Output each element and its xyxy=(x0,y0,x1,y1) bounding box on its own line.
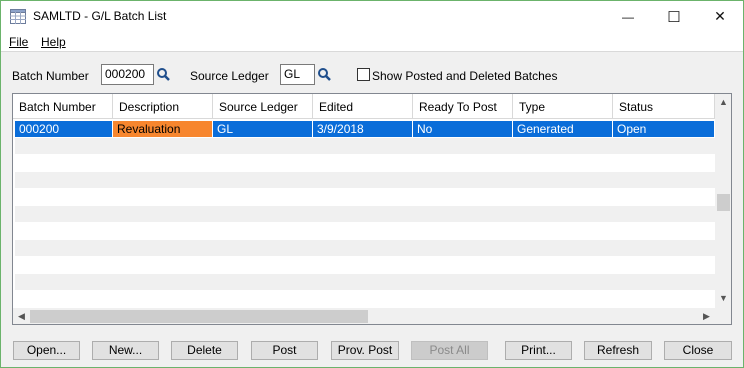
cell-description[interactable]: Revaluation xyxy=(113,121,213,137)
column-header-status[interactable]: Status xyxy=(613,94,715,119)
horizontal-scrollbar[interactable]: ◀ ▶ xyxy=(13,308,715,324)
cell-type: Generated xyxy=(513,121,613,137)
scroll-left-arrow-icon[interactable]: ◀ xyxy=(13,308,30,324)
show-posted-checkbox[interactable] xyxy=(357,68,370,81)
table-grid-icon xyxy=(10,9,26,24)
scroll-down-arrow-icon[interactable]: ▼ xyxy=(715,290,731,307)
menu-file[interactable]: File xyxy=(9,35,28,49)
empty-row[interactable] xyxy=(15,257,715,273)
cell-status: Open xyxy=(613,121,715,137)
scrollbar-corner xyxy=(715,308,731,324)
column-header-type[interactable]: Type xyxy=(513,94,613,119)
source-ledger-label: Source Ledger xyxy=(190,69,269,83)
window-title: SAMLTD - G/L Batch List xyxy=(33,9,167,23)
cell-ready-to-post: No xyxy=(413,121,513,137)
column-header-description[interactable]: Description xyxy=(113,94,213,119)
batch-number-field[interactable]: 000200 xyxy=(101,64,154,85)
maximize-button[interactable]: ☐ xyxy=(651,1,697,32)
menu-bar: File Help xyxy=(1,32,743,52)
menu-file-label: File xyxy=(9,35,29,49)
close-button[interactable]: Close xyxy=(664,341,732,360)
cell-edited: 3/9/2018 xyxy=(313,121,413,137)
menu-help-label: Help xyxy=(41,35,66,49)
vertical-scrollbar[interactable]: ▲ ▼ xyxy=(715,94,731,309)
horizontal-scroll-thumb[interactable] xyxy=(30,310,368,323)
prov-post-button[interactable]: Prov. Post xyxy=(331,341,399,360)
new-button[interactable]: New... xyxy=(92,341,159,360)
empty-row[interactable] xyxy=(15,155,715,171)
batch-list-window: SAMLTD - G/L Batch List — ☐ ✕ File Help … xyxy=(0,0,744,368)
batch-number-label: Batch Number xyxy=(12,69,89,83)
post-all-button[interactable]: Post All xyxy=(411,341,488,360)
maximize-icon: ☐ xyxy=(667,8,681,26)
empty-row[interactable] xyxy=(15,291,715,307)
refresh-button[interactable]: Refresh xyxy=(584,341,652,360)
table-row[interactable]: 000200 Revaluation GL 3/9/2018 No Genera… xyxy=(15,121,715,137)
column-header-source-ledger[interactable]: Source Ledger xyxy=(213,94,313,119)
minimize-icon: — xyxy=(622,9,634,24)
minimize-button[interactable]: — xyxy=(605,1,651,32)
empty-row[interactable] xyxy=(15,240,715,256)
column-header-edited[interactable]: Edited xyxy=(313,94,413,119)
empty-row[interactable] xyxy=(15,172,715,188)
empty-row[interactable] xyxy=(15,138,715,154)
cell-batch-number: 000200 xyxy=(15,121,113,137)
scroll-right-arrow-icon[interactable]: ▶ xyxy=(698,308,715,324)
print-button[interactable]: Print... xyxy=(505,341,572,360)
column-header-ready-to-post[interactable]: Ready To Post xyxy=(413,94,513,119)
empty-row[interactable] xyxy=(15,189,715,205)
menu-help[interactable]: Help xyxy=(41,35,66,49)
delete-button[interactable]: Delete xyxy=(171,341,238,360)
cell-source-ledger: GL xyxy=(213,121,313,137)
vertical-scroll-thumb[interactable] xyxy=(717,194,730,211)
empty-row[interactable] xyxy=(15,274,715,290)
title-bar[interactable]: SAMLTD - G/L Batch List — ☐ ✕ xyxy=(1,1,743,32)
batch-grid[interactable]: Batch Number Description Source Ledger E… xyxy=(12,93,732,325)
close-icon: ✕ xyxy=(714,8,726,24)
close-window-button[interactable]: ✕ xyxy=(697,1,743,32)
grid-header: Batch Number Description Source Ledger E… xyxy=(13,94,715,119)
open-button[interactable]: Open... xyxy=(13,341,80,360)
show-posted-label: Show Posted and Deleted Batches xyxy=(372,69,558,83)
scroll-up-arrow-icon[interactable]: ▲ xyxy=(715,94,731,111)
post-button[interactable]: Post xyxy=(251,341,318,360)
empty-row[interactable] xyxy=(15,223,715,239)
ledger-finder-magnifier-icon[interactable] xyxy=(317,67,333,83)
empty-row[interactable] xyxy=(15,206,715,222)
source-ledger-field[interactable]: GL xyxy=(280,64,315,85)
batch-finder-magnifier-icon[interactable] xyxy=(156,67,172,83)
column-header-batch-number[interactable]: Batch Number xyxy=(13,94,113,119)
